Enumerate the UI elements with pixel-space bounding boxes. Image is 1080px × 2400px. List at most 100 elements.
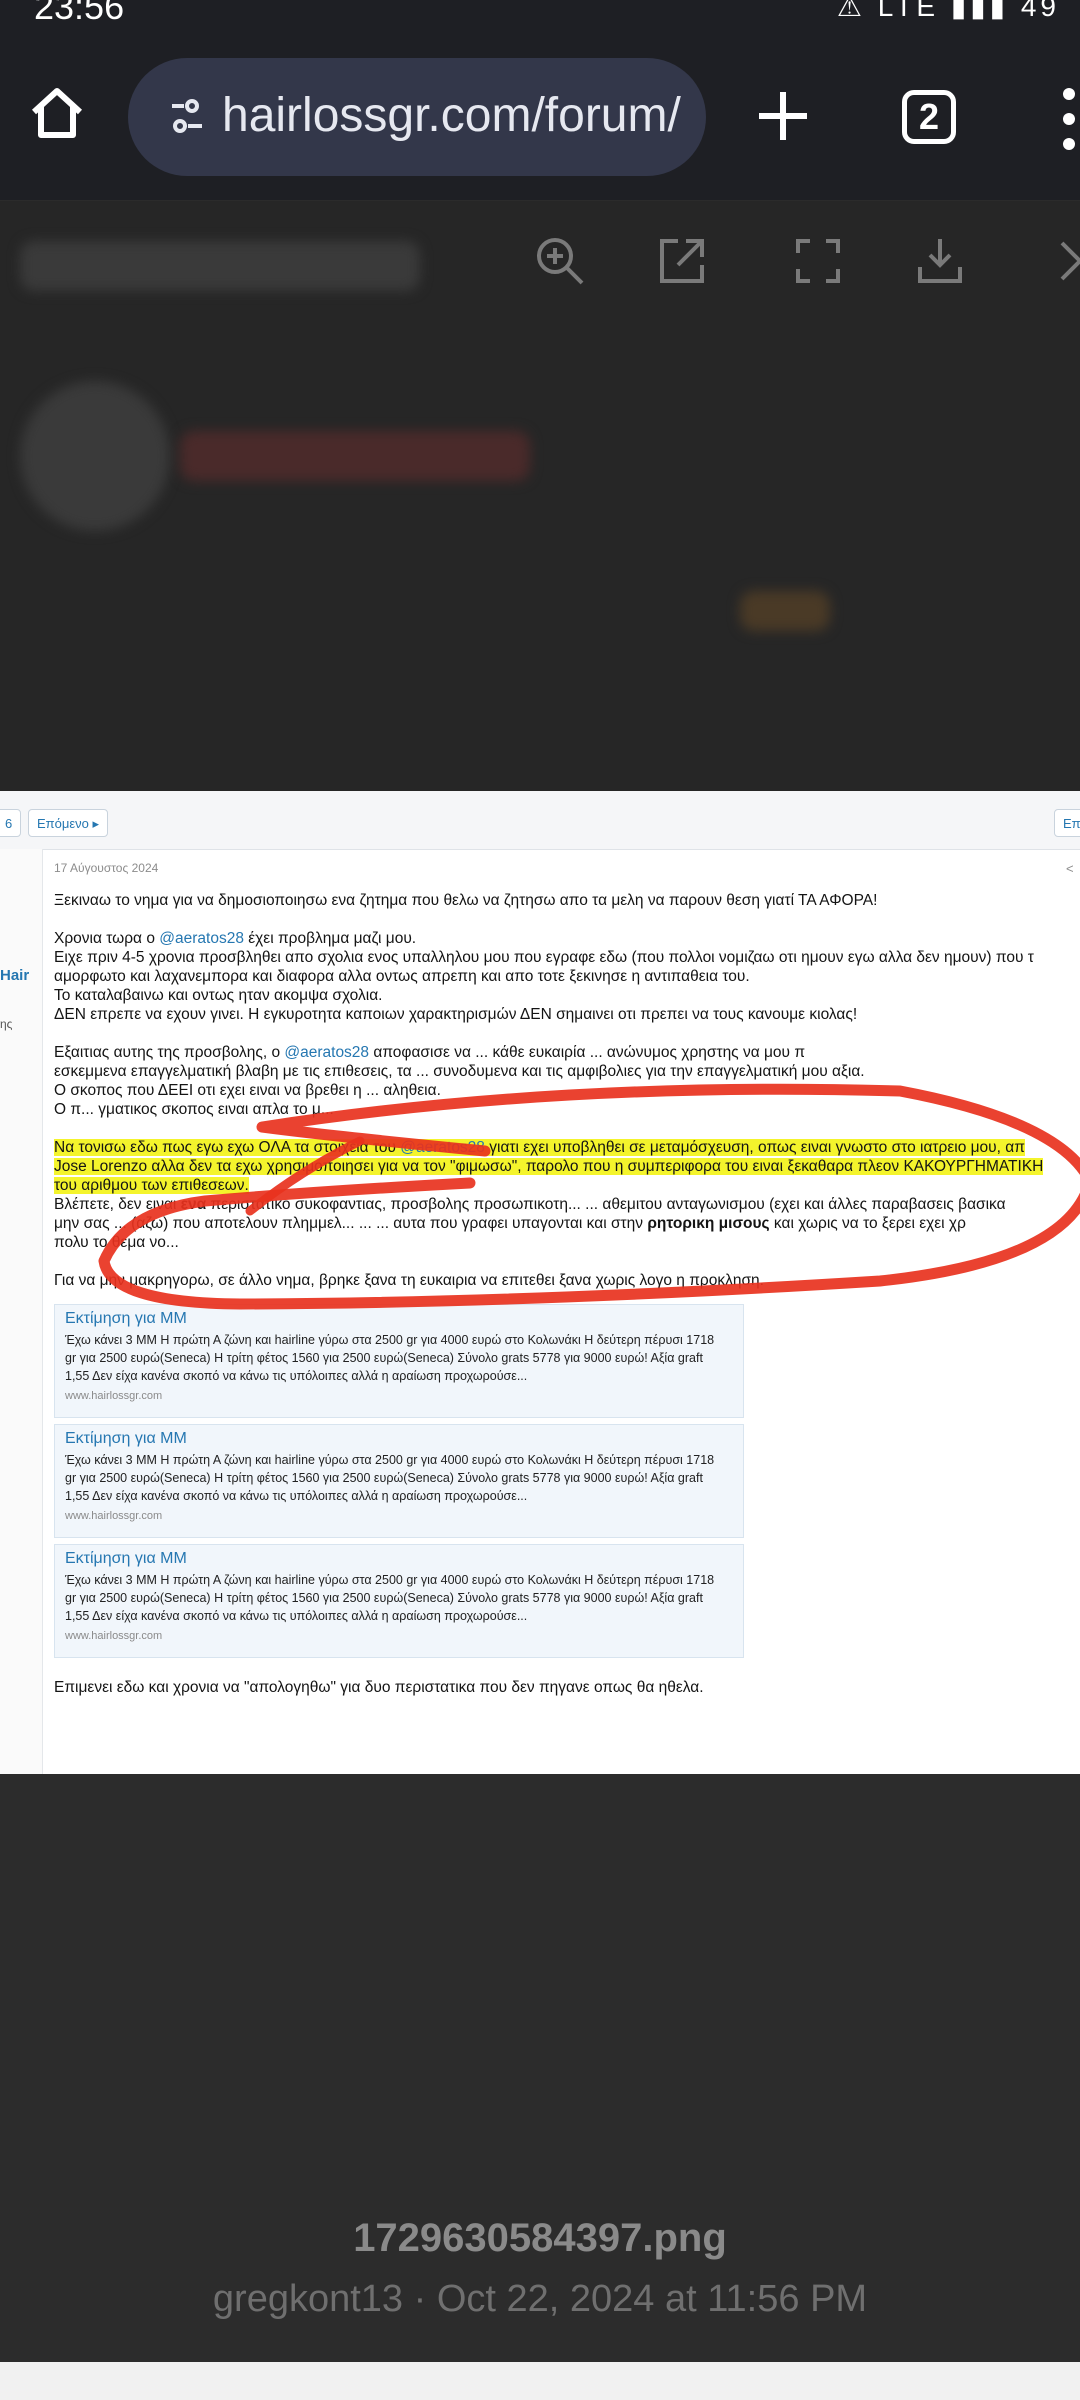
file-meta: gregkont13 · Oct 22, 2024 at 11:56 PM [212,2278,868,2320]
post-text-span: ενα [180,1196,207,1213]
post-text-span: Ο σκοπος που ΔΕΕΙ οτι εχει ειναι να βρεθ… [54,1082,441,1099]
download-icon[interactable] [910,231,970,291]
user-mention-link[interactable]: @aeratos28 [284,1044,369,1061]
status-bar: 23:56 ⚠ LTE ▮▮▮ 49 [0,0,1080,40]
tune-icon[interactable] [172,98,202,134]
link-preview-text-line: Έχω κάνει 3 ΜΜ Η πρώτη Α ζώνη και hairli… [65,1573,715,1587]
page-button[interactable]: 6 [0,809,22,837]
blurred-avatar [20,381,170,531]
post-text-span: Ξεκιναω το νημα για να δημοσιοποιησω ενα… [54,892,878,909]
post-line: ΔΕΝ επρεπε να εχουν γινει. Η εγκυροτητα … [54,1005,1080,1024]
link-preview-card[interactable]: Εκτίμηση για ΜΜ Έχω κάνει 3 ΜΜ Η πρώτη Α … [54,1424,744,1538]
link-preview-title[interactable]: Εκτίμηση για ΜΜ [65,1429,743,1449]
more-vert-icon[interactable] [1058,84,1080,154]
link-preview-title[interactable]: Εκτίμηση για ΜΜ [65,1549,743,1569]
link-preview-text-line: 1,55 Δεν είχα κανένα σκοπό να κάνω τις υ… [65,1489,528,1503]
post-author-sidebar: Hair ης [0,849,43,1774]
post-text-span: Ειχε πριν 4-5 χρονια προσβληθει απο σχολ… [54,949,1034,966]
post-last-line: Επιμενει εδω και χρονια να "απολογηθω" γ… [54,1679,704,1696]
post-line: Να τονισω εδω πως εγω εχω ΟΛΑ τα στοιχει… [54,1138,1080,1157]
post-text-span: του αριθμου των επιθεσεων. [54,1177,249,1194]
post-text-span: γιατι εχει υποβληθει σε μεταμόσχευση, οπ… [484,1139,1025,1156]
browser-toolbar: hairlossgr.com/forum/ 2 [0,40,1080,241]
post-text-span: Για να μην μακρηγορω, σε άλλο νημα, βρηκ… [54,1272,764,1289]
image-viewer-backdrop [0,201,1080,791]
post-text-span: Jose Lorenzo αλλα δεν τα εχω χρησιμοποιη… [54,1158,1044,1175]
post-text-span: εσκεμμενα επαγγελματική βλαβη με τις επι… [54,1063,865,1080]
post-line: Εξαιτιας αυτης της προσβολης, ο @aeratos… [54,1043,1080,1062]
post-line: του αριθμου των επιθεσεων. [54,1176,1080,1195]
right-page-button[interactable]: Επι [1054,809,1080,837]
viewer-toolbar [0,201,1080,321]
post-text-span: ΔΕΝ επρεπε να εχουν γινει. Η εγκυροτητα … [54,1006,858,1023]
post-text-span: Βλέπετε, δεν ειναι [54,1196,181,1213]
open-external-icon[interactable] [652,231,712,291]
link-preview-site: www.hairlossgr.com [65,1510,163,1522]
link-preview-text-line: gr για 2500 ευρώ(Seneca) Η τρίτη φέτος 1… [65,1471,703,1485]
post-text-span: πολυ το θεμα νο... [54,1234,179,1251]
user-mention-link[interactable]: @aeratos28 [400,1139,485,1156]
post-text-span: ρητορικη μισους [647,1215,770,1232]
link-preview-text-line: 1,55 Δεν είχα κανένα σκοπό να κάνω τις υ… [65,1369,528,1383]
next-page-button[interactable]: Επόμενο ▸ [28,809,109,837]
close-icon[interactable] [1050,231,1080,291]
link-preview-text: Έχω κάνει 3 ΜΜ Η πρώτη Α ζώνη και hairli… [65,1331,743,1385]
blurred-content [180,431,530,481]
post-text-span: περιστατικο συκοφαντιας, προσβολης προσω… [206,1196,1006,1213]
post-date: 17 Αύγουστος 2024 [54,861,159,875]
link-preview-card[interactable]: Εκτίμηση για ΜΜ Έχω κάνει 3 ΜΜ Η πρώτη Α … [54,1304,744,1418]
user-mention-link[interactable]: @aeratos28 [159,930,244,947]
link-preview-site: www.hairlossgr.com [65,1630,163,1642]
post-text-span: Το καταλαβαινω και οντως ηταν ακομψα σχο… [54,987,383,1004]
post-text-span: αποφασισε να ... κάθε ευκαιρία ... ανώνυ… [369,1044,806,1061]
post-text-span: Ο π... γματικος σκοπος ειναι απλα το μ..… [54,1101,334,1118]
post-line: Ειχε πριν 4-5 χρονια προσβληθει απο σχολ… [54,948,1080,967]
post-line: Το καταλαβαινω και οντως ηταν ακομψα σχο… [54,986,1080,1005]
system-navigation-bar [0,2362,1080,2400]
zoom-in-icon[interactable] [530,231,590,291]
post-line: Ξεκιναω το νημα για να δημοσιοποιησω ενα… [54,891,1080,910]
pagination-bar: 6 Επόμενο ▸ Επι [0,791,1080,850]
post-line: Ο σκοπος που ΔΕΕΙ οτι εχει ειναι να βρεθ… [54,1081,1080,1100]
post-text-span: αμορφωτο και λαχανεμπορα και διαφορα αλλ… [54,968,750,985]
post-line: Για να μην μακρηγορω, σε άλλο νημα, βρηκ… [54,1271,1080,1290]
share-icon[interactable]: < [1066,861,1074,876]
fullscreen-icon[interactable] [788,231,848,291]
post-line: Ο π... γματικος σκοπος ειναι απλα το μ..… [54,1100,1080,1119]
link-preview-text: Έχω κάνει 3 ΜΜ Η πρώτη Α ζώνη και hairli… [65,1571,743,1625]
link-preview-text-line: 1,55 Δεν είχα κανένα σκοπό να κάνω τις υ… [65,1609,528,1623]
status-time: 23:56 [34,0,125,27]
post-body: Ξεκιναω το νημα για να δημοσιοποιησω ενα… [54,891,1080,1697]
post-text-span: έχει προβλημα μαζι μου. [243,930,417,947]
address-bar[interactable]: hairlossgr.com/forum/ [128,58,706,176]
file-name: 1729630584397.png [353,2216,727,2260]
link-preview-title[interactable]: Εκτίμηση για ΜΜ [65,1309,743,1329]
tabs-icon[interactable]: 2 [902,90,956,144]
link-preview-text-line: Έχω κάνει 3 ΜΜ Η πρώτη Α ζώνη και hairli… [65,1453,715,1467]
post-line: Βλέπετε, δεν ειναι ενα περιστατικο συκοφ… [54,1195,1080,1214]
post-line: πολυ το θεμα νο... [54,1233,1080,1252]
post-line: μην σας ... (αζω) που αποτελουν πλημμελ.… [54,1214,1080,1233]
link-preview-site: www.hairlossgr.com [65,1390,163,1402]
home-icon[interactable] [26,82,88,144]
author-name[interactable]: Hair [0,967,29,984]
post-line: εσκεμμενα επαγγελματική βλαβη με τις επι… [54,1062,1080,1081]
blurred-content [740,591,830,631]
post-text-span: Εξαιτιας αυτης της προσβολης, ο [54,1044,285,1061]
plus-icon[interactable] [755,88,811,144]
url-text[interactable]: hairlossgr.com/forum/ [222,88,692,143]
quote-list: Εκτίμηση για ΜΜ Έχω κάνει 3 ΜΜ Η πρώτη Α … [54,1304,1080,1658]
post-line: αμορφωτο και λαχανεμπορα και διαφορα αλλ… [54,967,1080,986]
link-preview-text-line: gr για 2500 ευρώ(Seneca) Η τρίτη φέτος 1… [65,1591,703,1605]
post-line: Χρονια τωρα ο @aeratos28 έχει προβλημα μ… [54,929,1080,948]
link-preview-card[interactable]: Εκτίμηση για ΜΜ Έχω κάνει 3 ΜΜ Η πρώτη Α … [54,1544,744,1658]
post-text: Ξεκιναω το νημα για να δημοσιοποιησω ενα… [54,891,1080,1290]
post-line: Jose Lorenzo αλλα δεν τα εχω χρησιμοποιη… [54,1157,1080,1176]
author-title: ης [0,1017,13,1031]
forum-screenshot-image[interactable]: 6 Επόμενο ▸ Επι Hair ης 17 Αύγουστος 202… [0,791,1080,1774]
post-text-span: Χρονια τωρα ο [54,930,160,947]
